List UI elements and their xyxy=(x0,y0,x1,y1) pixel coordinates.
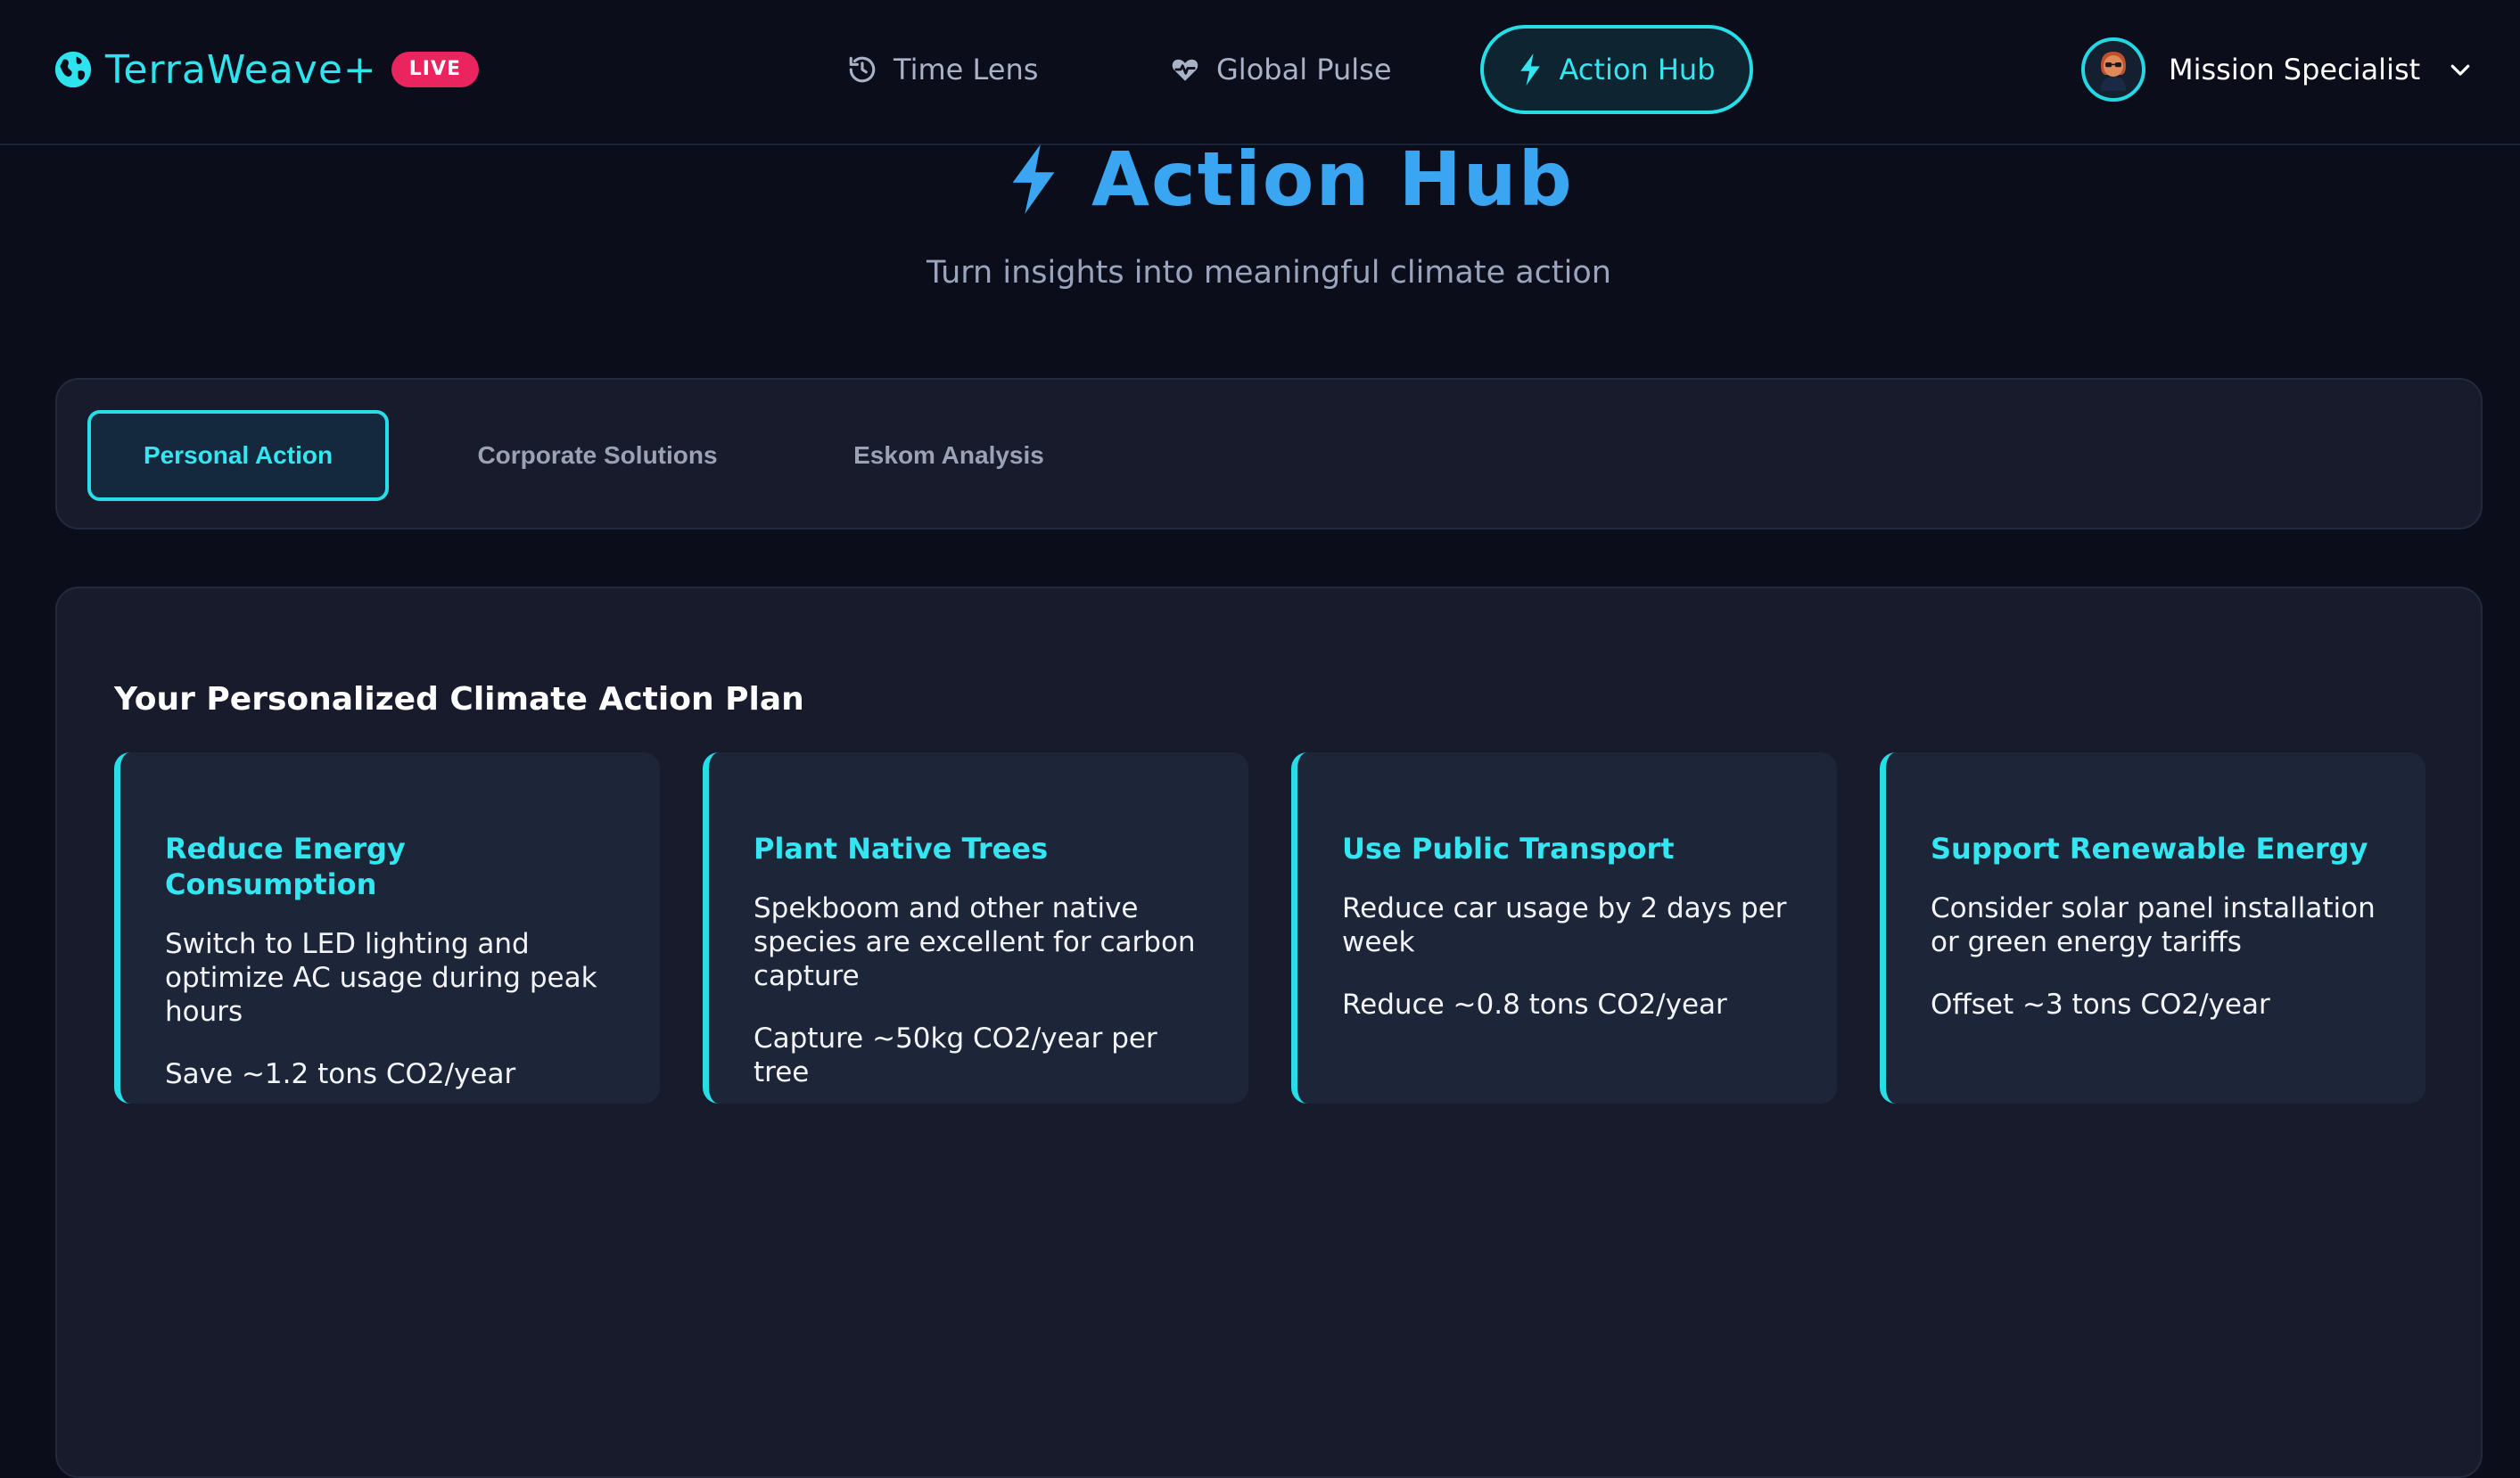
avatar[interactable] xyxy=(2081,37,2145,102)
action-card-impact: Capture ~50kg CO2/year per tree xyxy=(754,1022,1157,1088)
nav-action-hub[interactable]: Action Hub xyxy=(1480,25,1753,114)
action-card[interactable]: Plant Native Trees Spekboom and other na… xyxy=(703,752,1248,1104)
action-card-title: Reduce Energy Consumption xyxy=(165,832,406,901)
action-card[interactable]: Reduce Energy Consumption Switch to LED … xyxy=(114,752,660,1104)
action-card-description: Consider solar panel installation or gre… xyxy=(1931,892,2376,958)
nav-time-lens-label: Time Lens xyxy=(894,53,1039,86)
history-icon xyxy=(849,56,876,83)
tab-corporate-solutions[interactable]: Corporate Solutions xyxy=(464,410,731,501)
user-menu[interactable]: Mission Specialist xyxy=(2081,36,2474,103)
brand-logo[interactable]: TerraWeave+ LIVE xyxy=(54,46,480,93)
tab-personal-action[interactable]: Personal Action xyxy=(87,410,389,501)
action-card-title: Use Public Transport xyxy=(1342,832,1675,866)
heart-pulse-icon xyxy=(1172,59,1198,81)
action-card[interactable]: Use Public Transport Reduce car usage by… xyxy=(1291,752,1837,1104)
globe-icon xyxy=(54,51,92,88)
action-card-impact: Reduce ~0.8 tons CO2/year xyxy=(1342,989,1727,1021)
chevron-down-icon[interactable] xyxy=(2447,56,2474,83)
page-title: Action Hub xyxy=(1006,135,1574,223)
action-card[interactable]: Support Renewable Energy Consider solar … xyxy=(1880,752,2425,1104)
live-badge: LIVE xyxy=(391,52,480,87)
tabs-panel: Personal Action Corporate Solutions Esko… xyxy=(55,378,2483,530)
tab-eskom-analysis[interactable]: Eskom Analysis xyxy=(833,410,1065,501)
action-plan-panel: Your Personalized Climate Action Plan Re… xyxy=(55,587,2483,1478)
nav-global-pulse-label: Global Pulse xyxy=(1216,53,1392,86)
action-card-title: Plant Native Trees xyxy=(754,832,1049,866)
bolt-icon xyxy=(1520,53,1541,86)
brand-name: TerraWeave+ xyxy=(105,46,377,93)
nav-global-pulse[interactable]: Global Pulse xyxy=(1170,25,1392,114)
top-navbar: TerraWeave+ LIVE Time Lens Global Pulse … xyxy=(0,0,2520,145)
bolt-icon xyxy=(1012,144,1055,214)
action-card-description: Spekboom and other native species are ex… xyxy=(754,892,1196,992)
nav-action-hub-label: Action Hub xyxy=(1559,53,1716,86)
page-subtitle: Turn insights into meaningful climate ac… xyxy=(926,255,1611,291)
action-card-description: Switch to LED lighting and optimize AC u… xyxy=(165,928,597,1028)
action-card-title: Support Renewable Energy xyxy=(1931,832,2368,866)
page-title-text: Action Hub xyxy=(1091,135,1574,223)
nav-time-lens[interactable]: Time Lens xyxy=(847,25,1038,114)
user-name: Mission Specialist xyxy=(2169,53,2421,86)
action-card-description: Reduce car usage by 2 days per week xyxy=(1342,892,1787,958)
astronaut-avatar-icon xyxy=(2101,52,2126,91)
action-card-impact: Offset ~3 tons CO2/year xyxy=(1931,989,2270,1021)
action-card-impact: Save ~1.2 tons CO2/year xyxy=(165,1058,516,1090)
action-plan-title: Your Personalized Climate Action Plan xyxy=(114,681,804,718)
